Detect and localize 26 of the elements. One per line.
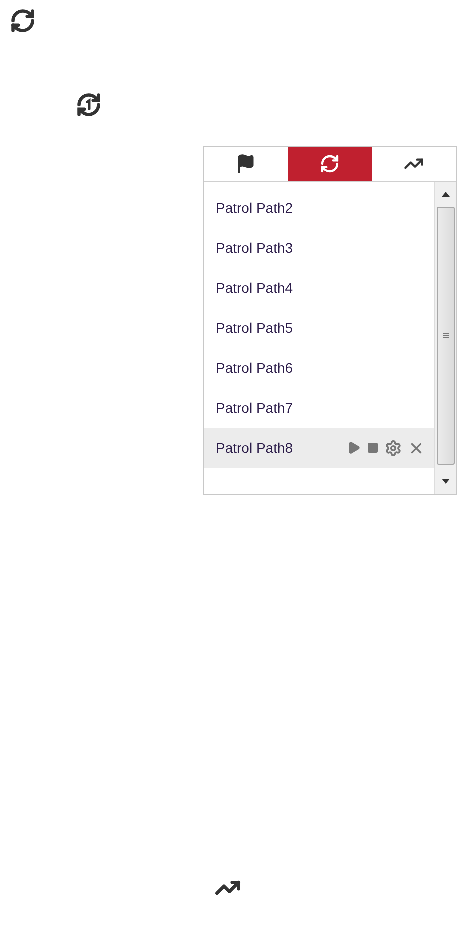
scroll-down-icon[interactable] xyxy=(442,479,450,484)
play-icon xyxy=(347,441,361,455)
patrol-path-item[interactable]: Patrol Path6 xyxy=(204,348,434,388)
patrol-path-name: Patrol Path2 xyxy=(216,200,294,216)
refresh-icon xyxy=(10,8,36,34)
patrol-path-item[interactable]: Patrol Path4 xyxy=(204,268,434,308)
patrol-path-name: Patrol Path7 xyxy=(216,400,294,416)
scrollbar[interactable] xyxy=(434,182,456,494)
patrol-path-name: Patrol Path3 xyxy=(216,240,294,256)
patrol-path-item[interactable]: Patrol Path7 xyxy=(204,388,434,428)
stop-icon xyxy=(367,442,379,454)
refresh-icon xyxy=(320,154,340,174)
patrol-path-item[interactable]: Patrol Path3 xyxy=(204,228,434,268)
patrol-path-name: Patrol Path4 xyxy=(216,280,294,296)
flag-icon xyxy=(236,154,256,174)
scroll-thumb[interactable] xyxy=(436,207,454,465)
patrol-path-item[interactable]: Patrol Path5 xyxy=(204,308,434,348)
patrol-path-item[interactable]: Patrol Path8 xyxy=(204,428,434,468)
patrol-path-name: Patrol Path8 xyxy=(216,440,294,456)
patrol-path-name: Patrol Path6 xyxy=(216,360,294,376)
refresh-tab[interactable] xyxy=(288,147,372,181)
refresh-one-icon xyxy=(76,92,102,118)
scroll-up-icon[interactable] xyxy=(442,192,450,197)
patrol-path-name: Patrol Path5 xyxy=(216,320,294,336)
settings-icon xyxy=(385,440,402,456)
patrol-path-item[interactable]: Patrol Path2 xyxy=(204,188,434,228)
